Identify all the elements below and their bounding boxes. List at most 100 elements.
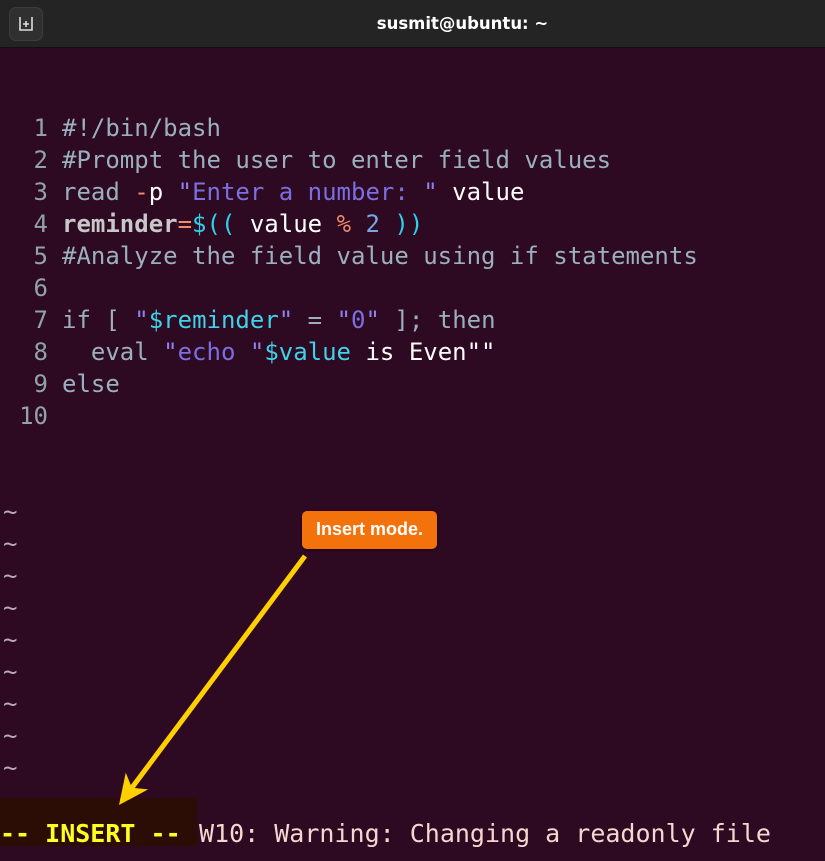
gutter-space <box>48 144 62 176</box>
status-message: W10: Warning: Changing a readonly file <box>199 819 771 848</box>
line-number: 7 <box>33 306 48 334</box>
code-line: 1 #!/bin/bash <box>0 112 825 144</box>
annotation-callout: Insert mode. <box>302 511 438 549</box>
line-number: 3 <box>33 178 48 206</box>
code-token: echo <box>177 338 250 366</box>
code-token: 2 <box>365 210 380 238</box>
code-line: 3 read -p "Enter a number: " value <box>0 176 825 208</box>
code-token: ; <box>408 306 424 334</box>
code-token: #Analyze the field value using if statem… <box>62 242 698 270</box>
code-token: " <box>134 306 149 334</box>
code-token: $value <box>264 338 352 366</box>
code-token: "" <box>466 338 496 366</box>
gutter-space <box>48 112 62 144</box>
title-bar: susmit@ubuntu: ~ <box>0 0 825 48</box>
code-token: = <box>177 210 193 238</box>
empty-line-marker: ~ <box>3 690 18 718</box>
code-token: " <box>163 338 178 366</box>
line-number: 9 <box>33 370 48 398</box>
code-token: #!/bin/bash <box>62 114 221 142</box>
code-token: is Even <box>351 338 467 366</box>
empty-line-marker: ~ <box>3 722 18 750</box>
code-token: p <box>148 178 164 206</box>
code-token: ] <box>394 306 409 334</box>
code-token: eval <box>90 338 149 366</box>
gutter-space <box>48 272 62 304</box>
gutter-space <box>48 240 62 272</box>
line-number: 5 <box>33 242 48 270</box>
code-token: " <box>365 306 380 334</box>
code-token: [ <box>105 306 120 334</box>
code-token: " <box>177 178 193 206</box>
code-token: " <box>336 306 352 334</box>
line-number: 2 <box>33 146 48 174</box>
gutter-space <box>48 400 62 432</box>
code-token: else <box>62 370 120 398</box>
code-line: 7 if [ "$reminder" = "0" ]; then <box>0 304 825 336</box>
code-line: 8 eval "echo "$value is Even"" <box>0 336 825 368</box>
code-token: " <box>278 306 294 334</box>
code-token: - <box>134 178 149 206</box>
code-token: " <box>423 178 438 206</box>
empty-line-marker: ~ <box>3 594 18 622</box>
empty-line-marker: ~ <box>3 754 18 782</box>
code-line: 10 <box>0 400 825 432</box>
code-token: )) <box>394 210 424 238</box>
line-number: 8 <box>33 338 48 366</box>
code-token: if <box>62 306 91 334</box>
code-line: 2 #Prompt the user to enter field values <box>0 144 825 176</box>
code-token: 0 <box>351 306 366 334</box>
code-token: % <box>336 210 352 238</box>
gutter-space <box>48 336 62 368</box>
code-lines: 1 #!/bin/bash 2 #Prompt the user to enter… <box>0 112 825 432</box>
code-line: 5 #Analyze the field value using if stat… <box>0 240 825 272</box>
line-number: 6 <box>33 274 48 302</box>
code-token: value <box>249 210 323 238</box>
code-token: reminder <box>62 210 178 238</box>
empty-line-marker: ~ <box>3 562 18 590</box>
code-token: #Prompt the user to enter field values <box>62 146 612 174</box>
annotation-label: Insert mode. <box>316 519 424 539</box>
code-token: = <box>307 306 323 334</box>
vim-status-bar: ~ -- INSERT -- W10: Warning: Changing a … <box>0 798 825 861</box>
empty-line-marker: ~ <box>3 658 18 686</box>
code-token: $(( <box>192 210 236 238</box>
gutter-space <box>48 368 62 400</box>
terminal-window: susmit@ubuntu: ~ 1 #!/bin/bash 2 #Prompt … <box>0 0 825 861</box>
line-number: 1 <box>33 114 48 142</box>
code-token: value <box>452 178 525 206</box>
code-line: 9 else <box>0 368 825 400</box>
window-title: susmit@ubuntu: ~ <box>376 14 549 33</box>
vim-buffer[interactable]: 1 #!/bin/bash 2 #Prompt the user to enter… <box>0 48 825 798</box>
gutter-space <box>48 304 62 336</box>
code-token: $reminder <box>148 306 279 334</box>
line-number: 4 <box>33 210 48 238</box>
insert-mode-indicator: -- INSERT -- <box>0 819 181 848</box>
code-line: 4 reminder=$(( value % 2 )) <box>0 208 825 240</box>
code-token: Enter a number: <box>192 178 424 206</box>
empty-line-marker: ~ <box>0 784 825 798</box>
gutter-space <box>48 176 62 208</box>
code-token: " <box>249 338 265 366</box>
gutter-space <box>48 208 62 240</box>
empty-line-marker: ~ <box>3 626 18 654</box>
code-token: read <box>62 178 120 206</box>
line-number: 10 <box>19 402 48 430</box>
code-line: 6 <box>0 272 825 304</box>
code-token: then <box>437 306 496 334</box>
